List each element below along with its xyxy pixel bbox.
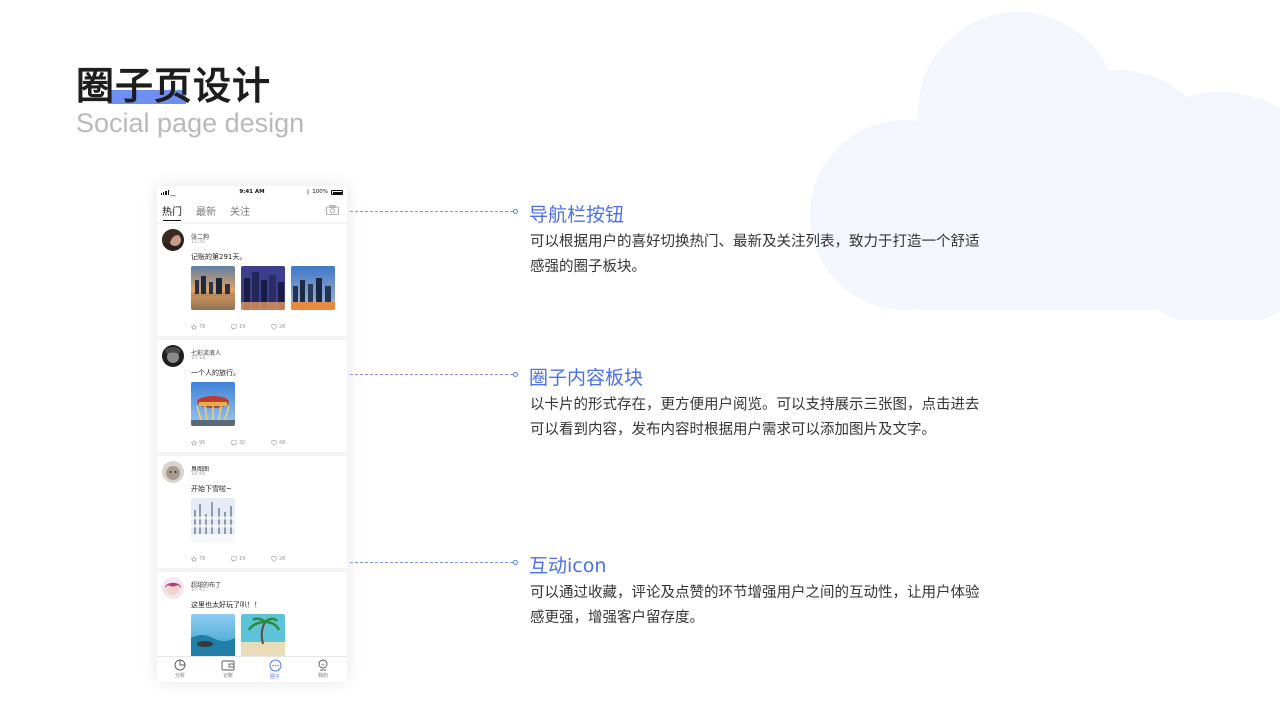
- annotation-line: 可以根据用户的喜好切换热门、最新及关注列表，致力于打造一个舒适: [530, 234, 980, 250]
- comment-icon: [231, 324, 237, 330]
- post-image[interactable]: [291, 266, 335, 310]
- post-image[interactable]: [191, 498, 235, 542]
- like-count: 48: [279, 440, 286, 446]
- post-time: 17:42: [191, 587, 206, 593]
- post-text: 记账的第291天。: [191, 253, 247, 261]
- favorite-count: 78: [199, 556, 206, 562]
- interaction-bar: 78 19 28: [191, 556, 311, 562]
- chart-pie-icon: [174, 659, 186, 671]
- annotation-desc-content: 以卡片的形式存在，更方便用户阅览。可以支持展示三张图，点击进去 可以看到内容，发…: [530, 393, 1040, 443]
- tab-bookkeeping-label: 记账: [222, 673, 233, 679]
- annotation-line: 以卡片的形式存在，更方便用户阅览。可以支持展示三张图，点击进去: [530, 397, 980, 413]
- chat-bubble-icon: [269, 659, 281, 672]
- favorite-count: 96: [199, 440, 206, 446]
- comment-button[interactable]: 19: [231, 556, 271, 562]
- heart-icon: [271, 440, 277, 446]
- heart-icon: [271, 556, 277, 562]
- tab-latest[interactable]: 最新: [196, 203, 216, 218]
- status-bar: ︵ 9:41 AM ᛒ 100%: [157, 186, 347, 200]
- bottom-tab-bar: 分析 记账 圈子 我的: [157, 656, 347, 682]
- comment-button[interactable]: 30: [231, 440, 271, 446]
- post-text: 这里也太好玩了叭！！: [191, 601, 261, 609]
- bluetooth-icon: ᛒ: [306, 189, 310, 196]
- leader-dot: [513, 209, 518, 214]
- interaction-bar: 96 30 48: [191, 440, 311, 446]
- post-image[interactable]: [191, 614, 235, 658]
- tab-circle-label: 圈子: [269, 674, 280, 680]
- tab-follow[interactable]: 关注: [230, 203, 250, 218]
- leader-dot: [513, 560, 518, 565]
- star-icon: [191, 440, 197, 446]
- favorite-button[interactable]: 78: [191, 556, 231, 562]
- annotation-desc-nav: 可以根据用户的喜好切换热门、最新及关注列表，致力于打造一个舒适 感强的圈子板块。: [530, 230, 1040, 280]
- battery-icon: [331, 190, 343, 195]
- comment-count: 19: [239, 556, 246, 562]
- post-image[interactable]: [191, 266, 235, 310]
- tab-analysis-label: 分析: [174, 673, 185, 679]
- top-nav: 热门 最新 关注: [157, 200, 347, 222]
- like-count: 28: [279, 556, 286, 562]
- wallet-icon: [221, 660, 235, 671]
- post-time: 16:49: [191, 471, 206, 477]
- profile-icon: [318, 659, 328, 671]
- star-icon: [191, 556, 197, 562]
- tab-mine-label: 我的: [317, 673, 328, 679]
- post-text: 一个人的旅行。: [191, 369, 240, 377]
- like-button[interactable]: 28: [271, 324, 311, 330]
- camera-icon[interactable]: [326, 205, 339, 215]
- tab-hot[interactable]: 热门: [162, 203, 182, 221]
- leader-dot: [513, 372, 518, 377]
- annotation-line: 可以看到内容，发布内容时根据用户需求可以添加图片及文字。: [530, 422, 936, 438]
- page-title: 圈子页设计: [76, 64, 272, 108]
- favorite-button[interactable]: 78: [191, 324, 231, 330]
- page-subtitle: Social page design: [76, 108, 305, 138]
- avatar[interactable]: [162, 577, 184, 599]
- phone-mockup: ︵ 9:41 AM ᛒ 100% 热门 最新 关注 张二狗 11:30 记账的第…: [157, 186, 347, 682]
- avatar[interactable]: [162, 229, 184, 251]
- annotation-title-interaction: 互动icon: [529, 555, 607, 577]
- post-card[interactable]: 七彩流浪人 13:16 一个人的旅行。 96 30 48: [157, 340, 347, 452]
- tab-mine[interactable]: 我的: [308, 659, 338, 679]
- interaction-bar: 78 19 28: [191, 324, 311, 330]
- leader-line-content: [350, 374, 513, 375]
- battery-percent: 100%: [312, 189, 328, 195]
- post-time: 13:16: [191, 355, 206, 361]
- like-button[interactable]: 48: [271, 440, 311, 446]
- like-button[interactable]: 28: [271, 556, 311, 562]
- annotation-line: 可以通过收藏，评论及点赞的环节增强用户之间的互动性，让用户体验: [530, 585, 980, 601]
- tab-analysis[interactable]: 分析: [165, 659, 195, 679]
- annotation-desc-interaction: 可以通过收藏，评论及点赞的环节增强用户之间的互动性，让用户体验 感更强，增强客户…: [530, 581, 1040, 631]
- annotation-line: 感更强，增强客户留存度。: [530, 610, 704, 626]
- comment-icon: [231, 440, 237, 446]
- avatar[interactable]: [162, 345, 184, 367]
- like-count: 28: [279, 324, 286, 330]
- comment-count: 19: [239, 324, 246, 330]
- post-text: 开始下雪啦~: [191, 485, 232, 493]
- post-image[interactable]: [241, 266, 285, 310]
- tab-bookkeeping[interactable]: 记账: [213, 659, 243, 679]
- post-image[interactable]: [241, 614, 285, 658]
- post-card[interactable]: 臭图图 16:49 开始下雪啦~ 78 19 28: [157, 456, 347, 568]
- avatar[interactable]: [162, 461, 184, 483]
- annotation-title-content: 圈子内容板块: [529, 367, 644, 389]
- post-card[interactable]: 张二狗 11:30 记账的第291天。 78 19 28: [157, 224, 347, 336]
- heart-icon: [271, 324, 277, 330]
- favorite-count: 78: [199, 324, 206, 330]
- leader-line-nav: [350, 211, 513, 212]
- star-icon: [191, 324, 197, 330]
- tab-circle[interactable]: 圈子: [260, 659, 290, 680]
- annotation-line: 感强的圈子板块。: [530, 259, 646, 275]
- post-time: 11:30: [191, 239, 206, 245]
- comment-icon: [231, 556, 237, 562]
- leader-line-interaction: [350, 562, 513, 563]
- annotation-title-nav: 导航栏按钮: [529, 204, 625, 226]
- page-heading: 圈子页设计 Social page design: [76, 62, 304, 139]
- comment-count: 30: [239, 440, 246, 446]
- favorite-button[interactable]: 96: [191, 440, 231, 446]
- post-image[interactable]: [191, 382, 235, 426]
- comment-button[interactable]: 19: [231, 324, 271, 330]
